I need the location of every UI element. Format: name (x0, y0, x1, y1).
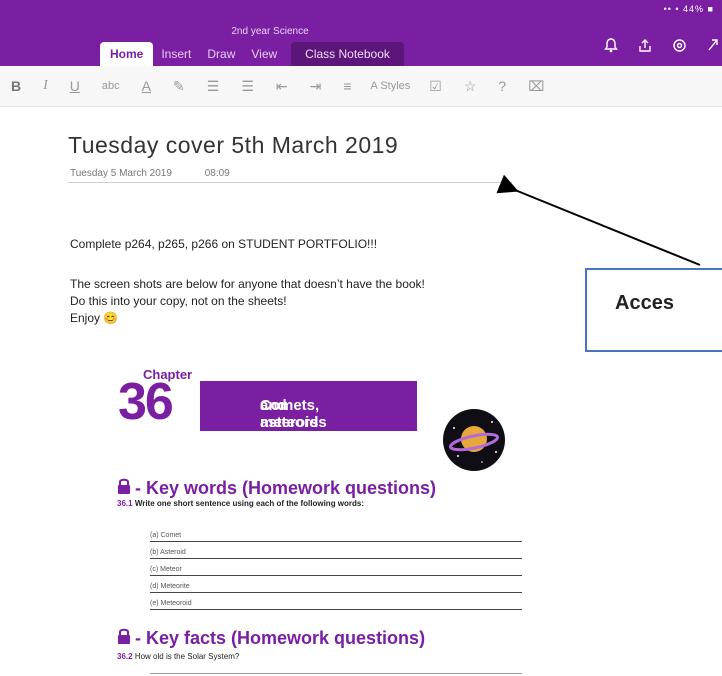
word-line-comet: (a) Comet (150, 532, 522, 542)
word-line-meteor: (c) Meteor (150, 566, 522, 576)
chapter-title-line-2: and meteors (260, 397, 319, 431)
key-facts-heading: - Key facts (Homework questions) (135, 628, 426, 648)
planet-icon (443, 409, 505, 471)
word-line-meteoroid: (e) Meteoroid (150, 600, 522, 610)
chapter-title-box: Comets, asteroids and meteors (200, 381, 417, 431)
lock-icon (118, 478, 130, 494)
chapter-number: 36 (118, 373, 174, 431)
word-line-meteorite: (d) Meteorite (150, 583, 522, 593)
answer-line (150, 673, 522, 674)
word-line-asteroid: (b) Asteroid (150, 549, 522, 559)
question-36-1-text: Write one short sentence using each of t… (134, 499, 365, 508)
question-36-2-text: How old is the Solar System? (134, 652, 240, 661)
key-words-heading: - Key words (Homework questions) (135, 478, 437, 498)
question-36-1-number: 36.1 (117, 499, 133, 508)
question-36-2: 36.2 How old is the Solar System? (117, 652, 239, 661)
question-36-1: 36.1 Write one short sentence using each… (117, 499, 364, 508)
access-callout-label: Acces (615, 292, 674, 314)
question-36-2-number: 36.2 (117, 652, 133, 661)
access-callout: Acces (585, 268, 722, 352)
lock-icon (118, 628, 130, 644)
